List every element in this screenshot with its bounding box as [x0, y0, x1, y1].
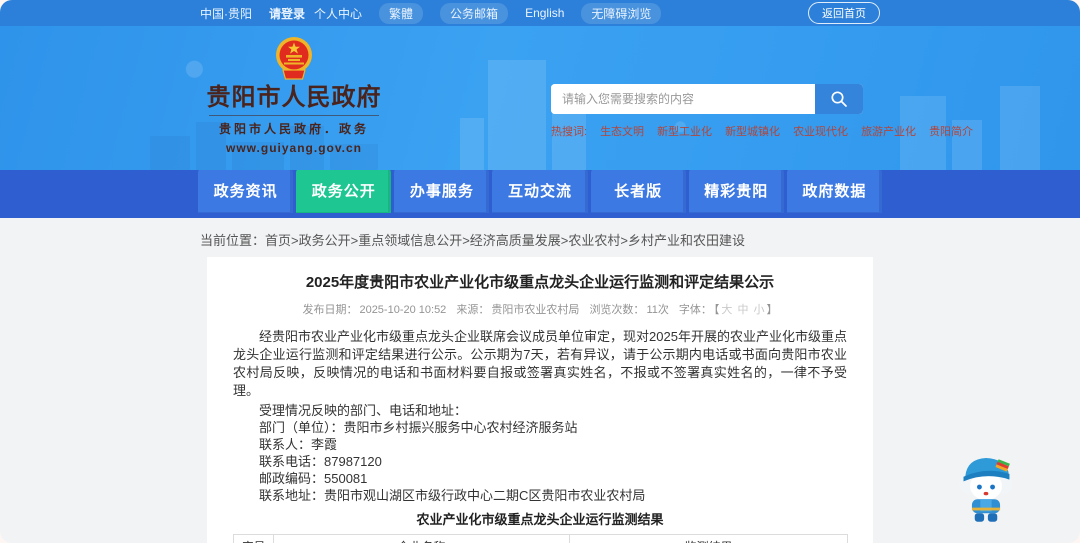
contact-intro-line: 受理情况反映的部门、电话和地址： — [259, 403, 468, 418]
topbar-link-china-guiyang[interactable]: 中国·贵阳 — [200, 5, 252, 22]
hot-search-row: 热搜词: 生态文明 新型工业化 新型城镇化 农业现代化 旅游产业化 贵阳简介 — [551, 123, 973, 139]
table-header-row: 序号 企业名称 监测结果 — [233, 534, 848, 543]
breadcrumb: 当前位置：首页>政务公开>重点领域信息公开>经济高质量发展>农业农村>乡村产业和… — [200, 218, 880, 257]
site-subtitle: 贵阳市人民政府．政务 — [218, 122, 369, 136]
banner: 贵阳市人民政府 贵阳市人民政府．政务 www.guiyang.gov.cn 请输… — [0, 26, 1080, 170]
header-cell-index: 序号 — [233, 534, 274, 543]
nav-tab-services[interactable]: 办事服务 — [394, 167, 490, 213]
logo-divider — [209, 115, 379, 116]
nav-tab-senior[interactable]: 长者版 — [590, 167, 686, 213]
article-title: 2025年度贵阳市农业产业化市级重点龙头企业运行监测和评定结果公示 — [305, 274, 775, 291]
article-paragraph: 经贵阳市农业产业化市级重点龙头企业联席会议成员单位审定，现对2025年开展的农业… — [233, 329, 847, 398]
search-input[interactable] — [551, 84, 815, 114]
article-meta: 发布日期： 2025-10-20 10:52 来源： 贵阳市农业农村局 浏览次数： 1… — [207, 301, 873, 317]
font-size-medium-button[interactable]: 中 — [737, 304, 748, 316]
source-value: 贵阳市农业农村局 — [491, 304, 580, 316]
mascot-assistant[interactable] — [956, 450, 1016, 529]
views-label: 浏览次数： — [589, 304, 645, 316]
search-block: 热搜词: 生态文明 新型工业化 新型城镇化 农业现代化 旅游产业化 贵阳简介 — [551, 84, 973, 139]
contact-postcode-line: 邮政编码：550081 — [259, 471, 368, 486]
mascot-icon — [959, 457, 1013, 522]
back-home-button[interactable]: 返回首页 — [808, 2, 880, 24]
font-bracket-open: 【 — [713, 304, 720, 316]
hot-search-label: 热搜词: — [551, 126, 588, 138]
nav-tab-highlights[interactable]: 精彩贵阳 — [688, 167, 784, 213]
table-caption: 农业产业化市级重点龙头企业运行监测结果 — [416, 512, 664, 527]
hot-word-urbanization[interactable]: 新型城镇化 — [725, 123, 780, 139]
font-size-large-button[interactable]: 大 — [721, 304, 732, 316]
nav-tab-interaction[interactable]: 互动交流 — [492, 167, 588, 213]
breadcrumb-path[interactable]: 首页>政务公开>重点领域信息公开>经济高质量发展>农业农村>乡村产业和农田建设 — [265, 233, 745, 248]
hot-word-tourism[interactable]: 旅游产业化 — [861, 123, 916, 139]
breadcrumb-label: 当前位置： — [200, 233, 266, 248]
hot-word-guiyang-intro[interactable]: 贵阳简介 — [929, 123, 973, 139]
national-emblem-icon — [276, 37, 312, 80]
topbar-link-official-mail[interactable]: 公务邮箱 — [440, 2, 509, 24]
hot-word-ecology[interactable]: 生态文明 — [600, 123, 644, 139]
header-cell-result: 监测结果 — [569, 534, 848, 543]
site-url: www.guiyang.gov.cn — [225, 141, 362, 155]
topbar-link-traditional-chinese[interactable]: 繁體 — [379, 2, 424, 24]
site-name: 贵阳市人民政府 — [206, 84, 382, 111]
publish-date: 2025-10-20 10:52 — [359, 304, 447, 316]
site-logo[interactable]: 贵阳市人民政府 贵阳市人民政府．政务 www.guiyang.gov.cn — [203, 35, 385, 155]
topbar-link-english[interactable]: English — [525, 6, 564, 20]
contact-department-line: 部门（单位）：贵阳市乡村振兴服务中心农村经济服务站 — [259, 420, 578, 435]
nav-tab-disclosure[interactable]: 政务公开 — [296, 167, 392, 213]
contact-address-line: 联系地址：贵阳市观山湖区市级行政中心二期C区贵阳市农业农村局 — [259, 488, 646, 503]
topbar-link-personal-center[interactable]: 个人中心 — [314, 5, 362, 22]
topbar: 中国·贵阳 请登录 个人中心 繁體 公务邮箱 English 无障碍浏览 返回首… — [0, 0, 1080, 26]
page: 中国·贵阳 请登录 个人中心 繁體 公务邮箱 English 无障碍浏览 返回首… — [0, 0, 1080, 543]
main-content: 当前位置：首页>政务公开>重点领域信息公开>经济高质量发展>农业农村>乡村产业和… — [0, 218, 1080, 543]
topbar-link-accessibility[interactable]: 无障碍浏览 — [581, 2, 662, 24]
font-size-small-button[interactable]: 小 — [754, 304, 765, 316]
hot-word-agriculture[interactable]: 农业现代化 — [793, 123, 848, 139]
source-label: 来源： — [456, 304, 490, 316]
monitoring-result-table: 序号 企业名称 监测结果 1 贵州合力超市采购有限公司 合格 2 — [233, 534, 848, 543]
article-body: 经贵阳市农业产业化市级重点龙头企业联席会议成员单位审定，现对2025年开展的农业… — [207, 328, 873, 543]
topbar-link-login[interactable]: 请登录 — [269, 5, 305, 22]
hot-word-industrialization[interactable]: 新型工业化 — [657, 123, 712, 139]
font-size-label: 字体： — [678, 304, 712, 316]
contact-phone-line: 联系电话：87987120 — [259, 454, 382, 469]
publish-date-label: 发布日期： — [302, 304, 358, 316]
article-card: 2025年度贵阳市农业产业化市级重点龙头企业运行监测和评定结果公示 发布日期： 2… — [207, 257, 873, 543]
nav-tab-news[interactable]: 政务资讯 — [198, 167, 294, 213]
header-cell-company: 企业名称 — [273, 534, 570, 543]
main-nav: 政务资讯 政务公开 办事服务 互动交流 长者版 精彩贵阳 政府数据 — [0, 167, 1080, 218]
font-bracket-close: 】 — [766, 304, 778, 316]
contact-person-line: 联系人：李霞 — [259, 437, 338, 452]
search-icon — [831, 91, 847, 107]
contact-block: 受理情况反映的部门、电话和地址： 部门（单位）：贵阳市乡村振兴服务中心农村经济服… — [233, 402, 847, 504]
nav-tab-data[interactable]: 政府数据 — [786, 167, 882, 213]
views-value: 11次 — [646, 304, 669, 316]
search-button[interactable] — [815, 84, 863, 114]
